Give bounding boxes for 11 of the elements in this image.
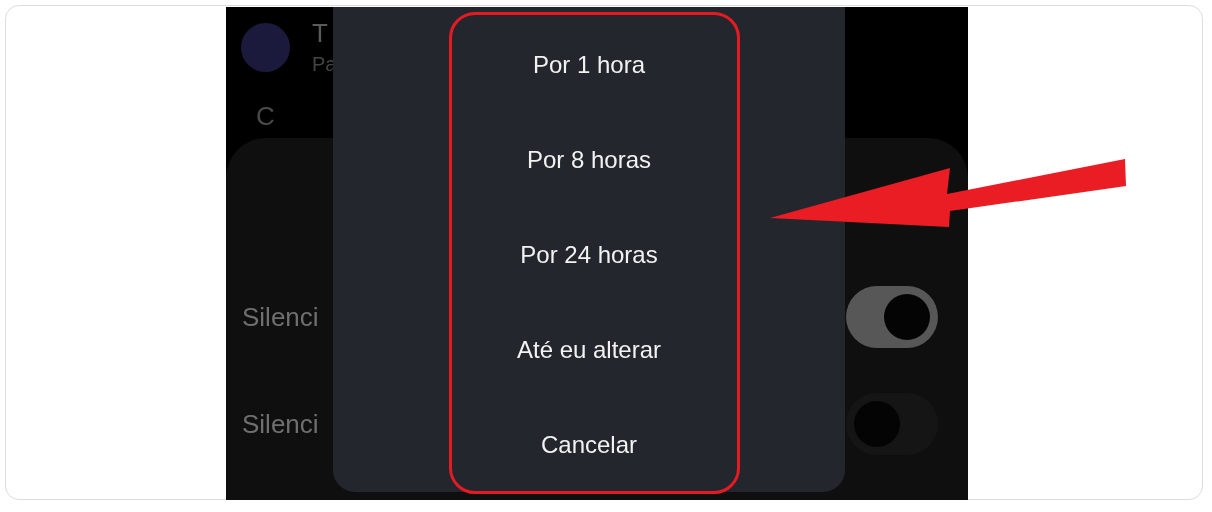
contact-name: T xyxy=(312,18,329,49)
section-heading: C xyxy=(255,100,276,132)
avatar xyxy=(241,22,290,72)
dialog-option[interactable]: Por 8 horas xyxy=(516,112,662,207)
toggle-switch[interactable] xyxy=(846,393,938,455)
dialog-option[interactable]: Por 24 horas xyxy=(510,207,668,302)
setting-label: Silenci xyxy=(242,301,319,333)
dialog-option[interactable]: Até eu alterar xyxy=(506,302,672,397)
setting-label: Silenci xyxy=(242,408,319,440)
dialog-option[interactable]: Por 1 hora xyxy=(522,17,656,112)
toggle-switch[interactable] xyxy=(846,286,938,348)
